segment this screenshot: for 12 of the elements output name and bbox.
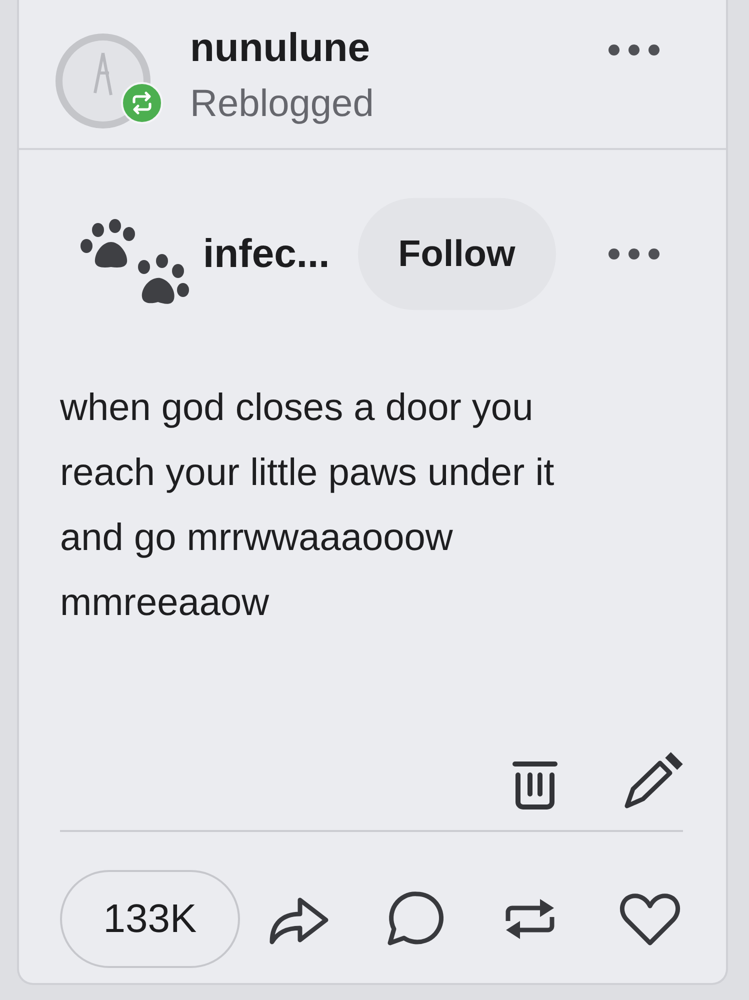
notes-count-button[interactable]: 133K [60, 870, 240, 968]
blog-name[interactable]: nunulune [190, 26, 374, 70]
more-options-icon[interactable] [608, 44, 660, 56]
author-name[interactable]: infec... [203, 232, 330, 276]
post-text: when god closes a door you reach your little paws under it and go mrrwwaaaooow mmreeaaow [60, 386, 554, 626]
follow-button[interactable]: Follow [358, 198, 556, 310]
more-options-icon[interactable] [608, 248, 660, 260]
reblog-badge-icon [121, 82, 163, 124]
delete-icon[interactable] [511, 760, 559, 810]
comment-icon[interactable] [385, 890, 445, 948]
reblogged-label: Reblogged [190, 82, 374, 126]
pencil-icon[interactable] [623, 752, 685, 810]
